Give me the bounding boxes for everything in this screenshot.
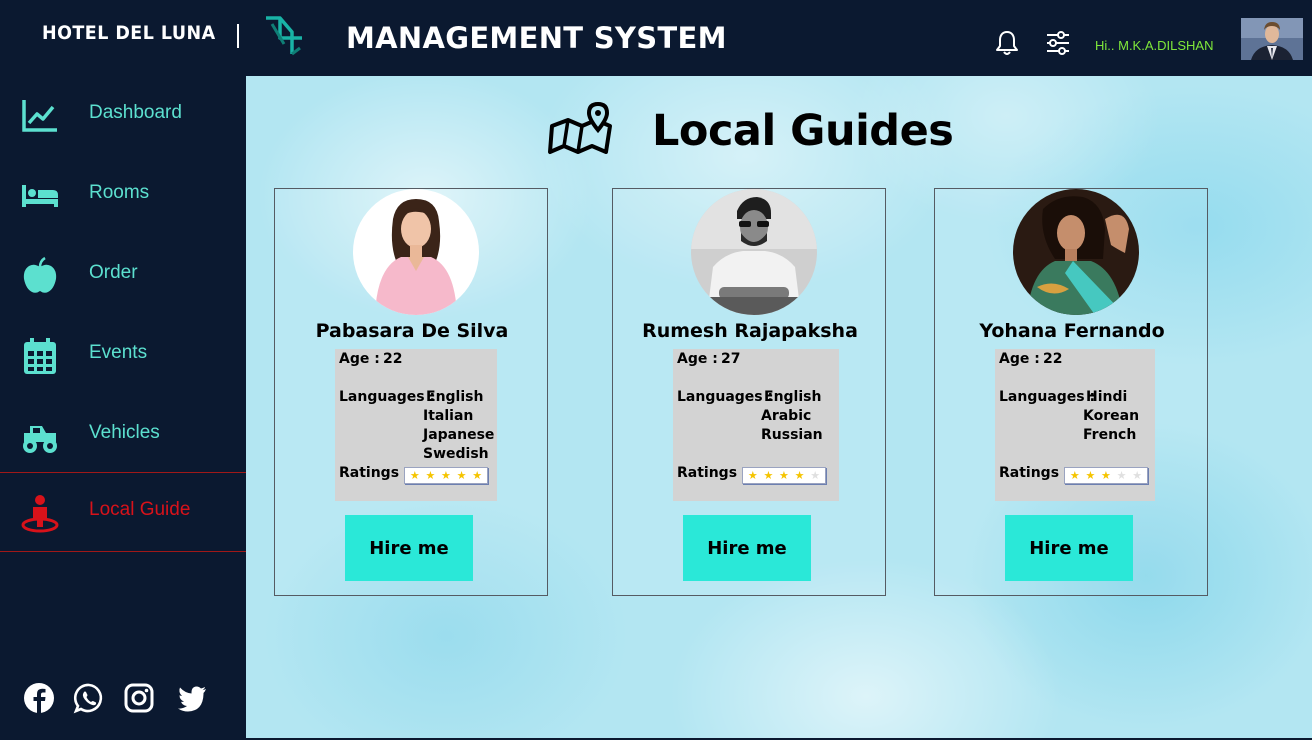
ratings-label: Ratings : bbox=[339, 465, 410, 481]
language-item: English bbox=[764, 389, 822, 405]
star-filled-icon: ★ bbox=[1085, 469, 1096, 482]
language-item: Russian bbox=[761, 427, 823, 443]
language-item: Korean bbox=[1083, 408, 1140, 424]
calendar-icon bbox=[24, 338, 56, 374]
hire-me-button[interactable]: Hire me bbox=[1005, 515, 1133, 581]
facebook-icon[interactable] bbox=[23, 682, 55, 714]
language-item: Japanese bbox=[423, 427, 495, 443]
guide-name: Pabasara De Silva bbox=[315, 320, 509, 342]
languages-label: Languages : bbox=[339, 389, 436, 405]
language-item: French bbox=[1083, 427, 1137, 443]
sidebar-item-rooms[interactable]: Rooms bbox=[0, 156, 246, 236]
brand-name: HOTEL DEL LUNA bbox=[42, 22, 216, 44]
sidebar-item-label: Vehicles bbox=[89, 422, 160, 443]
bed-icon bbox=[22, 185, 58, 207]
hire-me-button[interactable]: Hire me bbox=[345, 515, 473, 581]
age-label: Age : bbox=[339, 351, 380, 367]
sidebar-item-label: Events bbox=[89, 342, 148, 363]
apple-icon bbox=[23, 256, 57, 293]
guide-card: Yohana Fernando Age : 22 Languages : Hin… bbox=[934, 188, 1208, 596]
location-person-icon bbox=[21, 495, 59, 533]
age-label: Age : bbox=[677, 351, 718, 367]
app-title: MANAGEMENT SYSTEM bbox=[346, 21, 727, 55]
age-label: Age : bbox=[999, 351, 1040, 367]
star-filled-icon: ★ bbox=[1101, 469, 1111, 482]
guide-info-panel: Age : 27 Languages : English Arabic Russ… bbox=[673, 349, 839, 501]
chart-line-icon bbox=[22, 100, 57, 132]
guide-photo bbox=[691, 189, 817, 315]
sidebar-item-order[interactable]: Order bbox=[0, 236, 246, 316]
guide-name: Rumesh Rajapaksha bbox=[642, 320, 858, 342]
languages-label: Languages : bbox=[677, 389, 774, 405]
guide-info-panel: Age : 22 Languages : Hindi Korean French… bbox=[995, 349, 1155, 501]
sidebar: Dashboard Rooms Order Events Vehicles Lo… bbox=[0, 76, 246, 740]
user-greeting: Hi.. M.K.A.DILSHAN bbox=[1095, 38, 1214, 53]
star-filled-icon: ★ bbox=[779, 469, 789, 482]
star-filled-icon: ★ bbox=[409, 469, 420, 482]
star-rating: ★ ★ ★ ★ ★ bbox=[404, 467, 488, 484]
guide-photo bbox=[1013, 189, 1139, 315]
star-filled-icon: ★ bbox=[794, 469, 805, 482]
main-content: Local Guides Pabasara De Silva Age : 22 … bbox=[246, 76, 1312, 738]
language-item: Italian bbox=[423, 408, 474, 424]
star-filled-icon: ★ bbox=[747, 469, 758, 482]
star-empty-icon: ★ bbox=[1132, 469, 1143, 482]
avatar-image bbox=[1241, 18, 1303, 60]
sidebar-item-label: Rooms bbox=[89, 182, 150, 203]
age-value: 27 bbox=[721, 351, 741, 367]
user-avatar[interactable] bbox=[1241, 18, 1303, 60]
sidebar-item-vehicles[interactable]: Vehicles bbox=[0, 396, 246, 476]
languages-label: Languages : bbox=[999, 389, 1096, 405]
age-value: 22 bbox=[1043, 351, 1063, 367]
language-item: Arabic bbox=[761, 408, 812, 424]
language-item: Hindi bbox=[1086, 389, 1128, 405]
star-empty-icon: ★ bbox=[1116, 469, 1127, 482]
header-divider bbox=[237, 24, 239, 48]
top-bar: HOTEL DEL LUNA MANAGEMENT SYSTEM Hi.. M.… bbox=[0, 0, 1312, 76]
settings-sliders-icon[interactable] bbox=[1045, 31, 1071, 55]
star-empty-icon: ★ bbox=[810, 469, 821, 482]
sidebar-item-label: Order bbox=[89, 262, 138, 283]
language-item: Swedish bbox=[423, 446, 489, 462]
star-filled-icon: ★ bbox=[472, 469, 483, 482]
page-title: Local Guides bbox=[652, 106, 954, 156]
star-filled-icon: ★ bbox=[456, 469, 467, 482]
sidebar-item-local-guide[interactable]: Local Guide bbox=[0, 472, 246, 552]
hire-me-button[interactable]: Hire me bbox=[683, 515, 811, 581]
sidebar-item-events[interactable]: Events bbox=[0, 316, 246, 396]
star-filled-icon: ★ bbox=[763, 469, 774, 482]
star-rating: ★ ★ ★ ★ ★ bbox=[742, 467, 826, 484]
guide-card: Pabasara De Silva Age : 22 Languages : E… bbox=[274, 188, 548, 596]
hotel-logo-icon bbox=[266, 16, 302, 56]
guide-name: Yohana Fernando bbox=[979, 320, 1165, 342]
sidebar-item-dashboard[interactable]: Dashboard bbox=[0, 76, 246, 156]
guide-photo bbox=[353, 189, 479, 315]
star-filled-icon: ★ bbox=[441, 469, 451, 482]
sidebar-item-label: Local Guide bbox=[89, 499, 191, 520]
guide-info-panel: Age : 22 Languages : English Italian Jap… bbox=[335, 349, 497, 501]
age-value: 22 bbox=[383, 351, 403, 367]
star-filled-icon: ★ bbox=[425, 469, 436, 482]
monster-truck-icon bbox=[23, 426, 57, 453]
bell-icon[interactable] bbox=[994, 29, 1020, 57]
whatsapp-icon[interactable] bbox=[73, 682, 105, 714]
language-item: English bbox=[426, 389, 484, 405]
star-rating: ★ ★ ★ ★ ★ bbox=[1064, 467, 1148, 484]
ratings-label: Ratings : bbox=[999, 465, 1070, 481]
ratings-label: Ratings : bbox=[677, 465, 748, 481]
twitter-icon[interactable] bbox=[176, 682, 208, 714]
guide-card: Rumesh Rajapaksha Age : 27 Languages : E… bbox=[612, 188, 886, 596]
map-pin-icon bbox=[548, 102, 612, 154]
star-filled-icon: ★ bbox=[1069, 469, 1080, 482]
sidebar-item-label: Dashboard bbox=[89, 102, 182, 123]
instagram-icon[interactable] bbox=[123, 682, 155, 714]
